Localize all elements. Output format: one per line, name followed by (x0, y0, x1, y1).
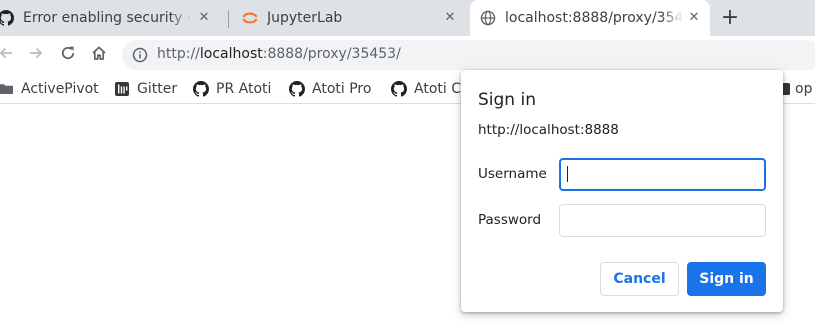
jupyter-icon (242, 10, 258, 26)
url-host: localhost (199, 46, 263, 62)
dialog-origin: http://localhost:8888 (478, 122, 619, 138)
folder-icon (0, 81, 14, 97)
tab-jupyterlab[interactable]: JupyterLab ✕ (234, 0, 466, 36)
forward-button[interactable] (24, 43, 48, 67)
sign-in-button[interactable]: Sign in (687, 262, 766, 296)
bookmark-label: Atoti C (414, 81, 461, 97)
tab-localhost-active[interactable]: localhost:8888/proxy/354 ✕ (470, 0, 710, 36)
close-tab-icon[interactable]: ✕ (442, 10, 458, 26)
bookmark-label: Gitter (137, 81, 178, 97)
tab-divider (228, 10, 229, 28)
github-icon (193, 81, 209, 97)
username-field[interactable] (559, 158, 766, 191)
bookmark-atoti-c[interactable]: Atoti C (391, 79, 461, 99)
bookmark-activepivot[interactable]: ActivePivot (0, 79, 99, 99)
username-label: Username (478, 166, 547, 182)
cancel-button[interactable]: Cancel (600, 262, 679, 296)
bookmark-label: Atoti Pro (312, 81, 372, 97)
tab-title: JupyterLab (267, 10, 343, 26)
github-icon (289, 81, 305, 97)
close-tab-icon[interactable]: ✕ (196, 10, 212, 26)
arrow-right-icon (28, 45, 44, 65)
password-field[interactable] (559, 204, 766, 237)
home-button[interactable] (87, 43, 111, 67)
back-button[interactable] (0, 43, 18, 67)
reload-button[interactable] (56, 43, 80, 67)
tab-github-issue[interactable]: Error enabling security · Is ✕ (0, 0, 220, 36)
reload-icon (60, 45, 76, 65)
bookmark-op[interactable]: op (781, 79, 812, 99)
bookmark-label: op (795, 81, 813, 97)
tab-strip: Error enabling security · Is ✕ JupyterLa… (0, 0, 815, 36)
dialog-title: Sign in (478, 90, 536, 110)
github-icon (391, 81, 407, 97)
address-text: http://localhost:8888/proxy/35453/ (157, 46, 401, 62)
bookmark-pr-atoti[interactable]: PR Atoti (193, 79, 271, 99)
address-bar[interactable]: http://localhost:8888/proxy/35453/ (122, 40, 815, 70)
sign-in-dialog: Sign in http://localhost:8888 Username P… (461, 70, 783, 312)
arrow-left-icon (0, 45, 14, 65)
home-icon (91, 45, 107, 65)
bookmark-label: ActivePivot (21, 81, 99, 97)
tab-title: Error enabling security · Is (23, 10, 193, 26)
browser-toolbar: http://localhost:8888/proxy/35453/ (0, 36, 815, 74)
password-label: Password (478, 212, 542, 228)
github-icon (0, 10, 14, 26)
url-scheme: http:// (157, 46, 200, 62)
tab-title: localhost:8888/proxy/354 (505, 10, 683, 26)
text-caret (567, 166, 568, 182)
close-tab-icon[interactable]: ✕ (686, 10, 702, 26)
bookmark-gitter[interactable]: Gitter (114, 79, 177, 99)
globe-icon (480, 10, 496, 26)
gitter-icon (114, 81, 130, 97)
url-path: :8888/proxy/35453/ (262, 46, 401, 62)
info-icon[interactable] (132, 47, 148, 63)
bookmark-label: PR Atoti (216, 81, 272, 97)
new-tab-button[interactable]: + (719, 7, 741, 29)
bookmark-atoti-pro[interactable]: Atoti Pro (289, 79, 371, 99)
